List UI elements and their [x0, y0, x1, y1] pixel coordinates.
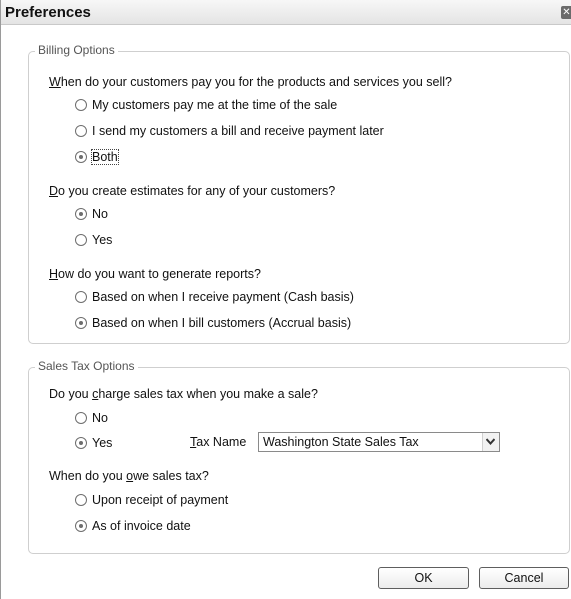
title-bar[interactable]: Preferences ✕ — [1, 0, 571, 25]
radio-label: Both — [91, 149, 119, 165]
radio-label: My customers pay me at the time of the s… — [92, 98, 338, 112]
tax-name-value: Washington State Sales Tax — [263, 435, 419, 449]
billing-options-legend: Billing Options — [35, 43, 118, 57]
radio-label: Yes — [92, 436, 113, 450]
dropdown-arrow-button[interactable] — [482, 433, 499, 451]
tax-name-dropdown[interactable]: Washington State Sales Tax — [258, 432, 500, 452]
reports-question: How do you want to generate reports? — [49, 267, 261, 281]
charge-sales-tax-question: Do you charge sales tax when you make a … — [49, 387, 318, 401]
close-icon: ✕ — [562, 7, 571, 18]
customer-payment-question: When do your customers pay you for the p… — [49, 75, 452, 89]
radio-label: No — [92, 207, 108, 221]
radio-label: As of invoice date — [92, 519, 191, 533]
chevron-down-icon — [486, 438, 495, 445]
radio-label: Based on when I bill customers (Accrual … — [92, 316, 352, 330]
estimates-question: Do you create estimates for any of your … — [49, 184, 336, 198]
cancel-button[interactable]: Cancel — [479, 567, 569, 589]
preferences-dialog: Preferences ✕ Billing Options When do yo… — [0, 0, 571, 599]
close-button[interactable]: ✕ — [561, 6, 571, 19]
ok-button[interactable]: OK — [378, 567, 469, 589]
radio-label: Yes — [92, 233, 113, 247]
radio-label: Upon receipt of payment — [92, 493, 229, 507]
owe-sales-tax-question: When do you owe sales tax? — [49, 469, 209, 483]
radio-label: Based on when I receive payment (Cash ba… — [92, 290, 354, 304]
dialog-title: Preferences — [5, 4, 91, 21]
sales-tax-options-legend: Sales Tax Options — [35, 359, 138, 373]
radio-label: No — [92, 411, 108, 425]
tax-name-label: Tax Name — [190, 435, 247, 449]
radio-label: I send my customers a bill and receive p… — [92, 124, 384, 138]
